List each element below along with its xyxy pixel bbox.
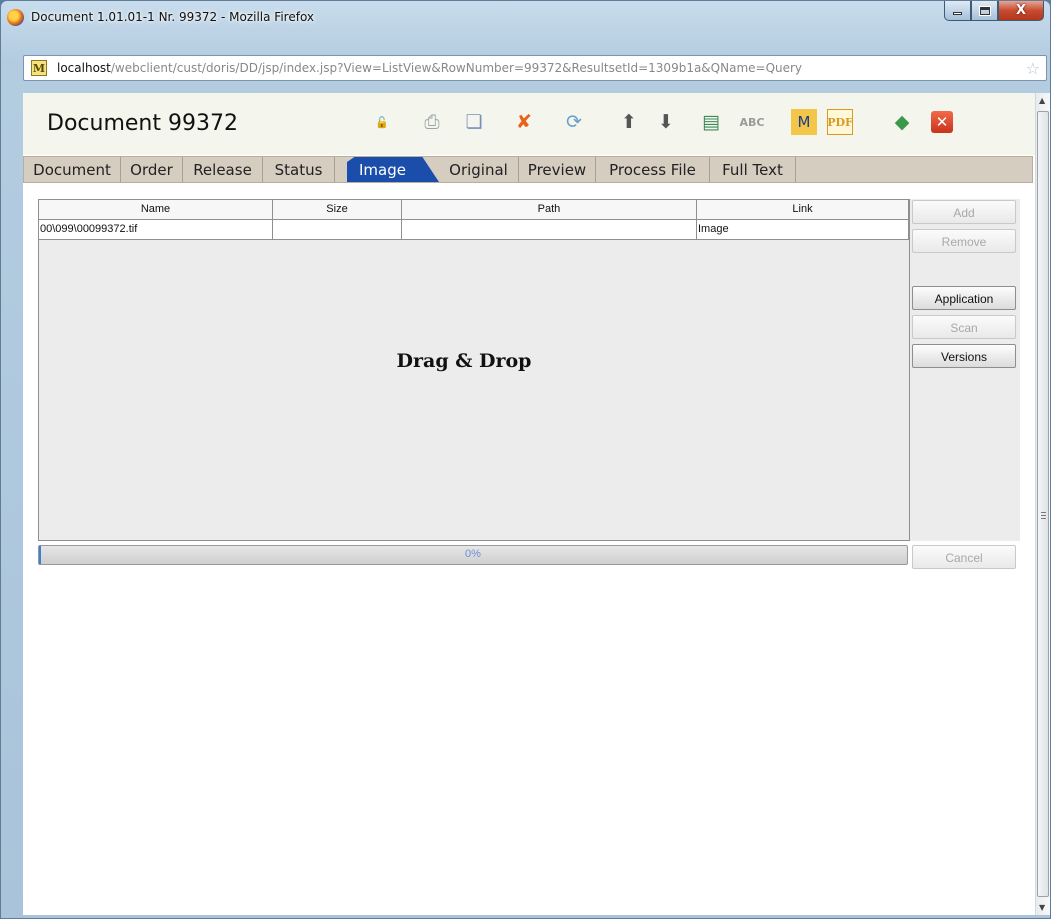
firefox-icon: [7, 9, 24, 26]
table-cell-size: [273, 220, 402, 240]
upload-progress-bar: 0%: [38, 545, 908, 565]
tab-release[interactable]: Release: [183, 157, 263, 182]
drop-zone-label: Drag & Drop: [396, 350, 532, 372]
apply-icon[interactable]: ◆: [889, 109, 915, 135]
unlock-icon[interactable]: 🔓: [369, 109, 395, 135]
document-header: Document 99372 🔓 ⎙ ❏ ✘ ⟳ ⬆ ⬇ ▤ ABC M PDF ◆ ✕: [23, 93, 1035, 155]
tab-original[interactable]: Original: [439, 157, 519, 182]
progress-text: 0%: [465, 548, 481, 560]
versions-button[interactable]: Versions: [912, 344, 1016, 368]
page-title: Document 99372: [47, 111, 238, 136]
close-icon[interactable]: ✕: [931, 111, 953, 133]
window-title: Document 1.01.01-1 Nr. 99372 - Mozilla F…: [31, 10, 315, 24]
tab-image[interactable]: Image: [347, 157, 439, 182]
url-host: localhost: [57, 61, 111, 75]
tab-order[interactable]: Order: [121, 157, 183, 182]
column-header-link[interactable]: Link: [697, 200, 909, 220]
pdf-icon[interactable]: PDF: [827, 109, 853, 135]
table-cell-link: Image: [697, 220, 909, 240]
browser-window: Document 1.01.01-1 Nr. 99372 - Mozilla F…: [0, 0, 1051, 919]
tab-preview[interactable]: Preview: [519, 157, 596, 182]
table-cell-path: [402, 220, 697, 240]
arrow-down-icon[interactable]: ⬇: [653, 109, 679, 135]
scroll-up-icon[interactable]: ▲: [1039, 96, 1045, 105]
application-button[interactable]: Application: [912, 286, 1016, 310]
maximize-icon: [978, 5, 991, 16]
tab-status[interactable]: Status: [263, 157, 335, 182]
maximize-button[interactable]: [971, 1, 998, 21]
site-favicon-icon: M: [31, 60, 47, 76]
cancel-button[interactable]: Cancel: [912, 545, 1016, 569]
vertical-scrollbar[interactable]: ▲ ▼: [1035, 93, 1050, 915]
spellcheck-icon[interactable]: ABC: [739, 109, 765, 135]
scroll-down-icon[interactable]: ▼: [1039, 903, 1045, 912]
table-header: Name Size Path Link: [39, 200, 909, 220]
refresh-icon[interactable]: ⟳: [561, 109, 587, 135]
title-bar: Document 1.01.01-1 Nr. 99372 - Mozilla F…: [1, 1, 1050, 37]
close-window-icon: X: [1015, 3, 1027, 18]
remove-button[interactable]: Remove: [912, 229, 1016, 253]
minimize-button[interactable]: [944, 1, 971, 21]
page-content: Document 99372 🔓 ⎙ ❏ ✘ ⟳ ⬆ ⬇ ▤ ABC M PDF ◆ ✕ Documen…: [23, 93, 1035, 915]
url-path: /webclient/cust/doris/DD/jsp/index.jsp?V…: [110, 61, 803, 75]
url-text[interactable]: localhost/webclient/cust/doris/DD/jsp/in…: [57, 61, 802, 75]
copy-document-icon[interactable]: ❏: [461, 109, 487, 135]
tab-process-file[interactable]: Process File: [596, 157, 710, 182]
side-button-panel: Add Remove Application Scan Versions: [910, 199, 1020, 541]
table-row[interactable]: 00\099\00099372.tif Image: [39, 220, 909, 240]
scan-button[interactable]: Scan: [912, 315, 1016, 339]
tab-full-text[interactable]: Full Text: [710, 157, 796, 182]
table-cell-name: 00\099\00099372.tif: [39, 220, 273, 240]
tab-document[interactable]: Document: [24, 157, 121, 182]
minimize-icon: [953, 12, 962, 15]
tab-bar: Document Order Release Status Image Original P…: [23, 156, 1033, 183]
column-header-path[interactable]: Path: [402, 200, 697, 220]
delete-icon[interactable]: ✘: [511, 109, 537, 135]
bookmark-star-icon[interactable]: ☆: [1026, 59, 1040, 78]
drop-zone-panel[interactable]: Name Size Path Link 00\099\00099372.tif Imag…: [38, 199, 910, 541]
column-header-size[interactable]: Size: [273, 200, 402, 220]
window-controls: X: [944, 1, 1044, 22]
column-header-name[interactable]: Name: [39, 200, 273, 220]
spreadsheet-icon[interactable]: ▤: [698, 109, 724, 135]
arrow-up-icon[interactable]: ⬆: [616, 109, 642, 135]
close-window-button[interactable]: X: [998, 1, 1044, 21]
address-bar[interactable]: M localhost/webclient/cust/doris/DD/jsp/…: [23, 55, 1047, 81]
add-button[interactable]: Add: [912, 200, 1016, 224]
print-icon[interactable]: ⎙: [419, 109, 445, 135]
grip-icon: [1041, 512, 1046, 519]
mail-merge-icon[interactable]: M: [791, 109, 817, 135]
scroll-thumb[interactable]: [1037, 111, 1049, 897]
